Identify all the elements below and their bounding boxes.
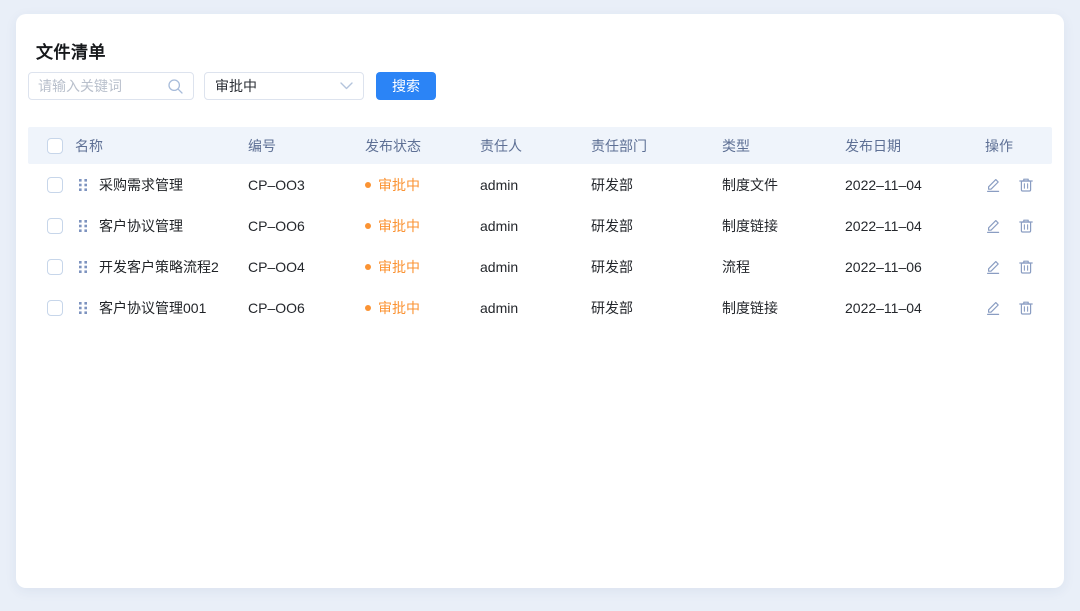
file-date: 2022–11–04 — [845, 300, 985, 316]
status-dot-icon — [365, 305, 371, 311]
edit-pencil-icon — [985, 177, 1001, 193]
file-dept: 研发部 — [591, 257, 722, 277]
file-date: 2022–11–04 — [845, 218, 985, 234]
table-row: 采购需求管理 CP–OO3 审批中 admin 研发部 制度文件 2022–11… — [28, 165, 1052, 205]
drag-handle-icon[interactable] — [78, 301, 88, 315]
status-badge: 审批中 — [365, 257, 480, 277]
trash-icon — [1018, 218, 1034, 234]
status-filter-value: 审批中 — [215, 76, 257, 96]
search-button[interactable]: 搜索 — [376, 72, 436, 100]
delete-button[interactable] — [1018, 177, 1034, 193]
status-badge: 审批中 — [365, 298, 480, 318]
file-date: 2022–11–06 — [845, 259, 985, 275]
file-table: 名称 编号 发布状态 责任人 责任部门 类型 发布日期 操作 — [28, 127, 1052, 328]
status-dot-icon — [365, 182, 371, 188]
status-badge: 审批中 — [365, 175, 480, 195]
column-header-status: 发布状态 — [365, 136, 480, 156]
trash-icon — [1018, 177, 1034, 193]
delete-button[interactable] — [1018, 259, 1034, 275]
chevron-down-icon — [340, 82, 353, 90]
status-dot-icon — [365, 264, 371, 270]
column-header-dept: 责任部门 — [591, 136, 722, 156]
page-title: 文件清单 — [36, 38, 106, 63]
row-checkbox[interactable] — [47, 300, 63, 316]
table-body: 采购需求管理 CP–OO3 审批中 admin 研发部 制度文件 2022–11… — [28, 165, 1052, 328]
edit-pencil-icon — [985, 218, 1001, 234]
file-code: CP–OO6 — [248, 218, 365, 234]
edit-pencil-icon — [985, 259, 1001, 275]
table-row: 开发客户策略流程2 CP–OO4 审批中 admin 研发部 流程 2022–1… — [28, 247, 1052, 287]
status-text: 审批中 — [378, 175, 420, 195]
edit-button[interactable] — [985, 259, 1001, 275]
file-type: 流程 — [722, 257, 845, 277]
file-type: 制度链接 — [722, 216, 845, 236]
file-name: 客户协议管理 — [99, 216, 183, 236]
select-all-checkbox[interactable] — [47, 138, 63, 154]
status-text: 审批中 — [378, 298, 420, 318]
file-dept: 研发部 — [591, 216, 722, 236]
file-code: CP–OO3 — [248, 177, 365, 193]
file-owner: admin — [480, 177, 591, 193]
file-type: 制度链接 — [722, 298, 845, 318]
file-name: 开发客户策略流程2 — [99, 257, 219, 277]
trash-icon — [1018, 300, 1034, 316]
file-type: 制度文件 — [722, 175, 845, 195]
file-name: 采购需求管理 — [99, 175, 183, 195]
column-header-type: 类型 — [722, 136, 845, 156]
edit-pencil-icon — [985, 300, 1001, 316]
file-code: CP–OO4 — [248, 259, 365, 275]
status-dot-icon — [365, 223, 371, 229]
status-text: 审批中 — [378, 257, 420, 277]
file-dept: 研发部 — [591, 298, 722, 318]
status-badge: 审批中 — [365, 216, 480, 236]
table-row: 客户协议管理 CP–OO6 审批中 admin 研发部 制度链接 2022–11… — [28, 206, 1052, 246]
search-icon — [167, 78, 184, 95]
file-date: 2022–11–04 — [845, 177, 985, 193]
file-code: CP–OO6 — [248, 300, 365, 316]
column-header-date: 发布日期 — [845, 136, 985, 156]
row-checkbox[interactable] — [47, 218, 63, 234]
drag-handle-icon[interactable] — [78, 178, 88, 192]
trash-icon — [1018, 259, 1034, 275]
file-owner: admin — [480, 300, 591, 316]
table-header-row: 名称 编号 发布状态 责任人 责任部门 类型 发布日期 操作 — [28, 127, 1052, 164]
column-header-code: 编号 — [248, 136, 365, 156]
file-owner: admin — [480, 259, 591, 275]
edit-button[interactable] — [985, 300, 1001, 316]
column-header-name: 名称 — [75, 136, 248, 156]
status-filter-select[interactable]: 审批中 — [204, 72, 364, 100]
column-header-owner: 责任人 — [480, 136, 591, 156]
drag-handle-icon[interactable] — [78, 260, 88, 274]
edit-button[interactable] — [985, 218, 1001, 234]
search-input[interactable] — [38, 78, 167, 94]
table-row: 客户协议管理001 CP–OO6 审批中 admin 研发部 制度链接 2022… — [28, 288, 1052, 328]
row-checkbox[interactable] — [47, 259, 63, 275]
file-list-panel: 文件清单 审批中 搜索 名称 — [16, 14, 1064, 588]
edit-button[interactable] — [985, 177, 1001, 193]
toolbar: 审批中 搜索 — [28, 72, 436, 100]
column-header-ops: 操作 — [985, 136, 1052, 156]
row-checkbox[interactable] — [47, 177, 63, 193]
file-dept: 研发部 — [591, 175, 722, 195]
file-owner: admin — [480, 218, 591, 234]
drag-handle-icon[interactable] — [78, 219, 88, 233]
file-name: 客户协议管理001 — [99, 298, 206, 318]
delete-button[interactable] — [1018, 218, 1034, 234]
delete-button[interactable] — [1018, 300, 1034, 316]
status-text: 审批中 — [378, 216, 420, 236]
keyword-search-box — [28, 72, 194, 100]
